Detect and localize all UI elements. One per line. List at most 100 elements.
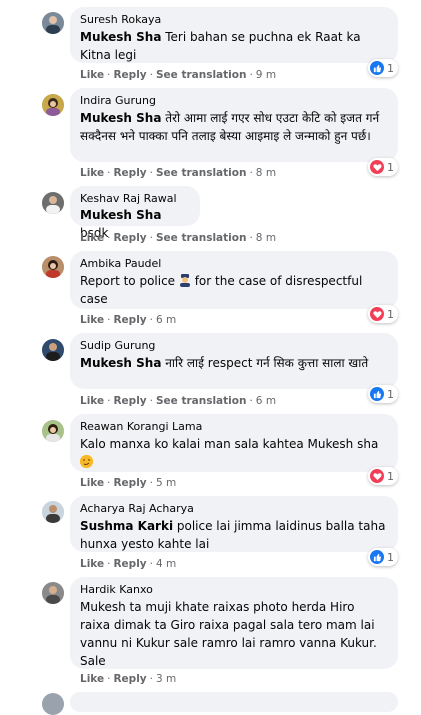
separator: · (249, 167, 253, 179)
reaction-summary[interactable]: 1 (368, 158, 398, 176)
comment-author[interactable]: Suresh Rokaya (80, 13, 388, 27)
separator: · (107, 558, 111, 570)
avatar[interactable] (42, 94, 64, 116)
reply-button[interactable]: Reply (113, 167, 146, 179)
comment-actions: Like · Reply · 5 m (80, 476, 176, 490)
timestamp[interactable]: 5 m (156, 477, 176, 489)
separator: · (149, 673, 153, 685)
separator: · (149, 167, 153, 179)
comment-author[interactable]: Hardik Kanxo (80, 583, 388, 597)
comment-author[interactable]: Reawan Korangi Lama (80, 420, 388, 434)
comment-body: Kalo manxa ko kalai man sala kahtea Muke… (80, 437, 379, 451)
avatar[interactable] (42, 582, 64, 604)
comment-author[interactable]: Keshav Raj Rawal (80, 192, 190, 206)
mention-link[interactable]: Mukesh Sha (80, 208, 161, 222)
comment-actions: Like · Reply · 6 m (80, 313, 176, 327)
comment-body: Mukesh ta muji khate raixas photo herda … (80, 600, 377, 668)
like-button[interactable]: Like (80, 477, 104, 489)
like-icon (370, 387, 384, 401)
love-icon (370, 160, 384, 174)
separator: · (149, 69, 153, 81)
timestamp[interactable]: 8 m (256, 167, 276, 179)
comment-text: Mukesh Sha Teri bahan se puchna ek Raat … (80, 28, 388, 64)
reply-button[interactable]: Reply (113, 314, 146, 326)
separator: · (107, 477, 111, 489)
like-button[interactable]: Like (80, 69, 104, 81)
like-button[interactable]: Like (80, 395, 104, 407)
avatar[interactable] (42, 420, 64, 442)
reaction-summary[interactable]: 1 (368, 467, 398, 485)
reply-button[interactable]: Reply (113, 477, 146, 489)
reaction-summary[interactable]: 1 (368, 305, 398, 323)
avatar[interactable] (42, 12, 64, 34)
reaction-summary[interactable]: 1 (368, 548, 398, 566)
avatar[interactable] (42, 256, 64, 278)
separator: · (107, 232, 111, 244)
separator: · (249, 69, 253, 81)
comment-actions: Like · Reply · See translation · 6 m (80, 394, 276, 408)
timestamp[interactable]: 6 m (256, 395, 276, 407)
comment-author[interactable]: Acharya Raj Acharya (80, 502, 388, 516)
separator: · (149, 232, 153, 244)
like-button[interactable]: Like (80, 232, 104, 244)
reply-button[interactable]: Reply (113, 673, 146, 685)
reaction-count: 1 (387, 469, 394, 483)
separator: · (107, 673, 111, 685)
comment-bubble: Acharya Raj Acharya Sushma Karki police … (70, 496, 398, 552)
separator: · (107, 167, 111, 179)
separator: · (149, 558, 153, 570)
avatar[interactable] (42, 693, 64, 715)
avatar[interactable] (42, 339, 64, 361)
comment-bubble (70, 692, 398, 712)
see-translation-link[interactable]: See translation (156, 395, 246, 407)
timestamp[interactable]: 8 m (256, 232, 276, 244)
separator: · (249, 232, 253, 244)
timestamp[interactable]: 9 m (256, 69, 276, 81)
see-translation-link[interactable]: See translation (156, 232, 246, 244)
comment-bubble: Ambika Paudel Report to police for the c… (70, 251, 398, 309)
mention-link[interactable]: Mukesh Sha (80, 111, 161, 125)
comment-actions: Like · Reply · 4 m (80, 557, 176, 571)
reply-button[interactable]: Reply (113, 395, 146, 407)
see-translation-link[interactable]: See translation (156, 167, 246, 179)
comment-actions: Like · Reply · See translation · 8 m (80, 166, 276, 180)
see-translation-link[interactable]: See translation (156, 69, 246, 81)
comment-author[interactable]: Ambika Paudel (80, 257, 388, 271)
like-icon (370, 550, 384, 564)
reaction-summary[interactable]: 1 (368, 59, 398, 77)
comment-bubble: Keshav Raj Rawal Mukesh Sha bsdk (70, 186, 200, 240)
timestamp[interactable]: 6 m (156, 314, 176, 326)
comment-author[interactable]: Indira Gurung (80, 94, 388, 108)
smirk-emoji-icon (80, 455, 93, 468)
separator: · (249, 395, 253, 407)
love-icon (370, 469, 384, 483)
reaction-count: 1 (387, 160, 394, 174)
separator: · (149, 314, 153, 326)
like-icon (370, 61, 384, 75)
avatar[interactable] (42, 501, 64, 523)
comment-bubble: Sudip Gurung Mukesh Sha नारि लाई respect… (70, 333, 398, 389)
mention-link[interactable]: Mukesh Sha (80, 356, 161, 370)
comment-body: Report to police (80, 274, 179, 288)
timestamp[interactable]: 4 m (156, 558, 176, 570)
timestamp[interactable]: 3 m (156, 673, 176, 685)
mention-link[interactable]: Sushma Karki (80, 519, 173, 533)
mention-link[interactable]: Mukesh Sha (80, 30, 161, 44)
reaction-summary[interactable]: 1 (368, 385, 398, 403)
like-button[interactable]: Like (80, 167, 104, 179)
comment-author[interactable]: Sudip Gurung (80, 339, 388, 353)
comment-bubble: Reawan Korangi Lama Kalo manxa ko kalai … (70, 414, 398, 472)
avatar[interactable] (42, 192, 64, 214)
comment-text: Mukesh Sha नारि लाई respect गर्न सिक कुत… (80, 354, 388, 372)
love-icon (370, 307, 384, 321)
like-button[interactable]: Like (80, 673, 104, 685)
like-button[interactable]: Like (80, 558, 104, 570)
like-button[interactable]: Like (80, 314, 104, 326)
comment-text: Mukesh Sha तेरो आमा लाई गएर सोध एउटा केट… (80, 109, 388, 145)
reply-button[interactable]: Reply (113, 558, 146, 570)
reply-button[interactable]: Reply (113, 69, 146, 81)
comment-bubble: Hardik Kanxo Mukesh ta muji khate raixas… (70, 577, 398, 669)
comment-text: Sushma Karki police lai jimma laidinus b… (80, 517, 388, 553)
separator: · (149, 477, 153, 489)
reply-button[interactable]: Reply (113, 232, 146, 244)
